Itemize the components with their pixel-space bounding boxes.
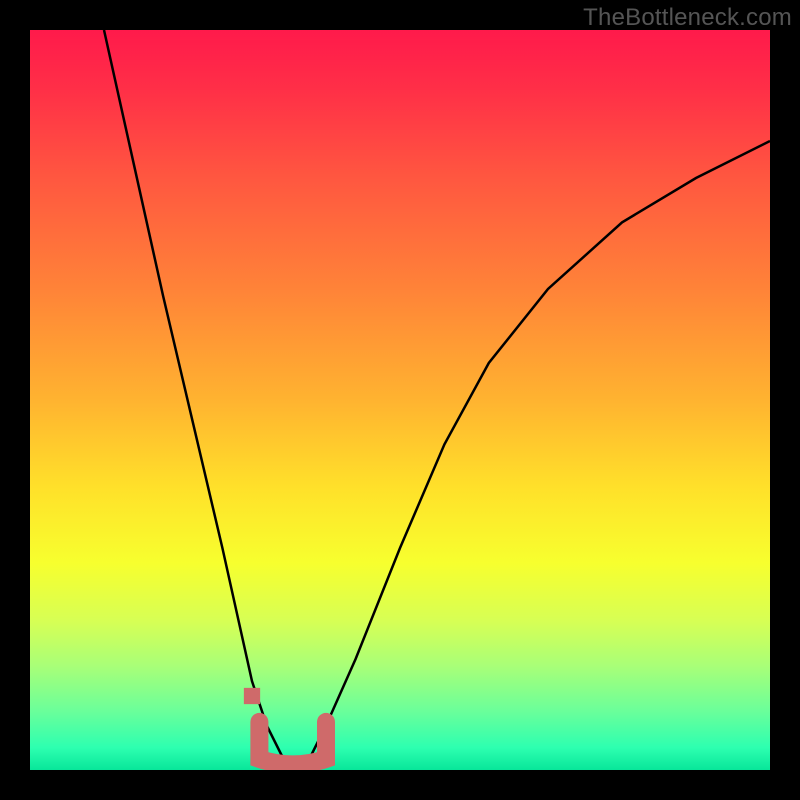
bottleneck-curve — [104, 30, 770, 770]
plot-area — [30, 30, 770, 770]
watermark-text: TheBottleneck.com — [583, 4, 792, 32]
marker-dot — [244, 688, 260, 704]
chart-svg — [30, 30, 770, 770]
chart-frame: TheBottleneck.com — [0, 0, 800, 800]
